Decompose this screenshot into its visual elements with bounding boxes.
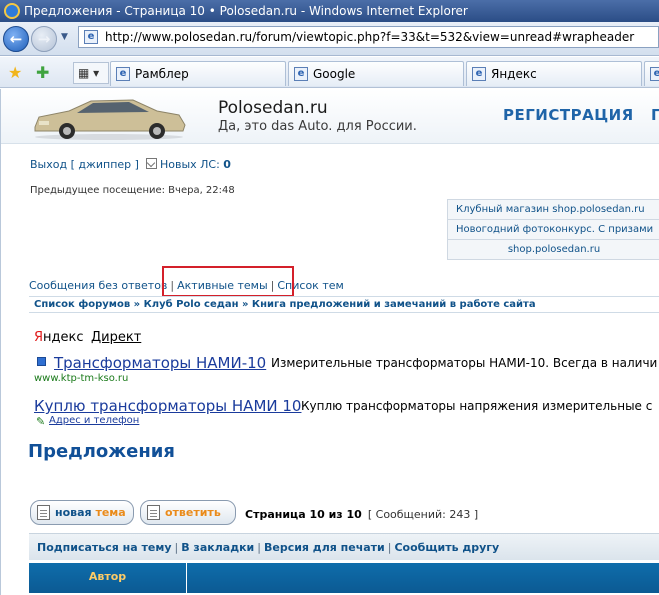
- tab-label: Яндекс: [491, 67, 537, 81]
- subscribe-link[interactable]: Подписаться на тему: [37, 541, 172, 554]
- pencil-icon: ✎: [36, 415, 46, 428]
- yandex-ya: Я: [34, 330, 44, 345]
- new-pm-link[interactable]: Новых ЛС:: [160, 158, 220, 171]
- add-favorite-icon[interactable]: ✚: [36, 63, 49, 82]
- ad-description: Куплю трансформаторы напряжения измерите…: [301, 399, 653, 413]
- ad-url[interactable]: www.ktp-tm-kso.ru: [34, 373, 128, 384]
- shop-url-link[interactable]: shop.polosedan.ru: [447, 239, 659, 260]
- site-slogan: Да, это das Auto. для России.: [218, 119, 417, 134]
- tab-label: Рамблер: [135, 67, 189, 81]
- logout-link[interactable]: Выход [ джиппер ]: [30, 158, 139, 171]
- tab-overflow[interactable]: e: [644, 61, 659, 86]
- print-version-link[interactable]: Версия для печати: [264, 541, 385, 554]
- page-icon: e: [84, 30, 98, 44]
- new-topic-label-a: новая: [55, 506, 96, 519]
- window-title: Предложения - Страница 10 • Polosedan.ru…: [24, 4, 468, 18]
- separator: |: [257, 541, 261, 554]
- tab-yandex[interactable]: e Яндекс: [466, 61, 642, 86]
- forward-button[interactable]: →: [31, 26, 57, 52]
- new-topic-button[interactable]: новая тема: [30, 500, 134, 525]
- ad-title-link[interactable]: Куплю трансформаторы НАМИ 10: [34, 397, 301, 415]
- shop-link[interactable]: Клубный магазин shop.polosedan.ru: [447, 199, 659, 220]
- document-icon: [37, 505, 50, 520]
- highlight-box: [162, 266, 294, 297]
- envelope-icon: [145, 158, 157, 169]
- quick-tabs-button[interactable]: ▦ ▾: [73, 62, 109, 84]
- arrow-left-icon: ←: [9, 30, 23, 48]
- post-count: [ Сообщений: 243 ]: [367, 508, 479, 521]
- address-input[interactable]: e http://www.polosedan.ru/forum/viewtopi…: [78, 26, 659, 48]
- ad-bullet-icon: [37, 357, 46, 366]
- separator: |: [387, 541, 392, 554]
- reply-label: ответить: [165, 506, 221, 519]
- ie-logo-icon: [4, 3, 20, 19]
- arrow-right-icon: →: [37, 30, 51, 48]
- tab-label: Google: [313, 67, 356, 81]
- bookmark-link[interactable]: В закладки: [181, 541, 254, 554]
- page-icon: e: [294, 67, 308, 81]
- register-link[interactable]: РЕГИСТРАЦИЯ: [503, 106, 634, 124]
- user-bar: Выход [ джиппер ] Новых ЛС: 0: [30, 158, 231, 171]
- page-viewport: Polosedan.ru Да, это das Auto. для Росси…: [0, 89, 659, 595]
- reply-button[interactable]: ответить: [140, 500, 236, 525]
- unanswered-posts-link[interactable]: Сообщения без ответов: [29, 279, 167, 292]
- window-titlebar: Предложения - Страница 10 • Polosedan.ru…: [0, 0, 659, 22]
- page-icon: e: [472, 67, 486, 81]
- topic-actions-bar: Подписаться на тему | В закладки | Версия дл…: [29, 533, 659, 560]
- yandex-rest: ндекс: [43, 330, 84, 345]
- last-visit-text: Предыдущее посещение: Вчера, 22:48: [30, 185, 235, 196]
- separator: |: [174, 541, 179, 554]
- yandex-label[interactable]: Яндекс: [34, 330, 84, 345]
- new-topic-label-b: тема: [95, 506, 126, 519]
- page-icon: e: [116, 67, 130, 81]
- page-icon: e: [650, 67, 659, 81]
- favorites-star-icon[interactable]: ★: [8, 63, 22, 82]
- posts-table-header: Автор: [29, 563, 659, 593]
- history-dropdown-icon[interactable]: ▼: [61, 32, 69, 42]
- header-link-cut[interactable]: Г: [651, 106, 659, 124]
- ad-description: Измерительные трансформаторы НАМИ-10. Вс…: [271, 356, 658, 370]
- email-friend-link[interactable]: Сообщить другу: [394, 541, 499, 554]
- page-indicator: Страница 10 из 10: [245, 508, 362, 521]
- site-name: Polosedan.ru: [218, 98, 328, 118]
- new-pm-count: 0: [223, 158, 231, 171]
- document-icon: [147, 505, 160, 520]
- site-header: Polosedan.ru Да, это das Auto. для Росси…: [1, 89, 659, 144]
- car-logo-icon[interactable]: [29, 93, 189, 141]
- pagination: Страница 10 из 10 [ Сообщений: 243 ]: [245, 508, 478, 521]
- direct-link[interactable]: Директ: [91, 330, 141, 345]
- address-phone-link[interactable]: Адрес и телефон: [49, 415, 139, 426]
- ad-title-link[interactable]: Трансформаторы НАМИ-10: [54, 354, 266, 372]
- back-button[interactable]: ←: [3, 26, 29, 52]
- column-author: Автор: [29, 563, 187, 593]
- address-value: http://www.polosedan.ru/forum/viewtopic.…: [105, 30, 635, 44]
- topic-title[interactable]: Предложения: [28, 441, 175, 462]
- tab-google[interactable]: e Google: [288, 61, 464, 86]
- photo-contest-link[interactable]: Новогодний фотоконкурс. С призами: [447, 219, 659, 240]
- breadcrumb[interactable]: Список форумов » Клуб Polo седан » Книга…: [29, 296, 659, 313]
- shop-box: Клубный магазин shop.polosedan.ru Нового…: [447, 199, 659, 260]
- tab-rambler[interactable]: e Рамблер: [110, 61, 286, 86]
